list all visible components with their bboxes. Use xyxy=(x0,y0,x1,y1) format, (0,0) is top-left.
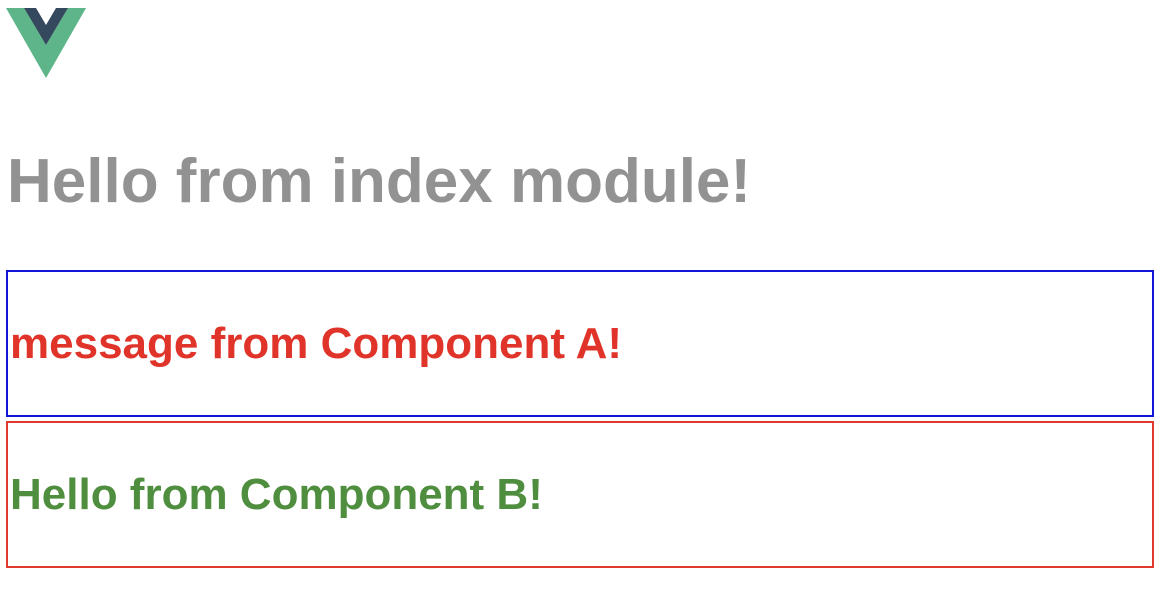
app-root: Hello from index module! message from Co… xyxy=(0,0,1160,608)
page-title: Hello from index module! xyxy=(7,147,752,216)
component-b-message: Hello from Component B! xyxy=(10,469,543,519)
component-b-panel: Hello from Component B! xyxy=(6,421,1154,568)
component-a-message: message from Component A! xyxy=(10,318,623,368)
component-a-panel: message from Component A! xyxy=(6,270,1154,417)
vue-logo-icon xyxy=(6,8,86,78)
